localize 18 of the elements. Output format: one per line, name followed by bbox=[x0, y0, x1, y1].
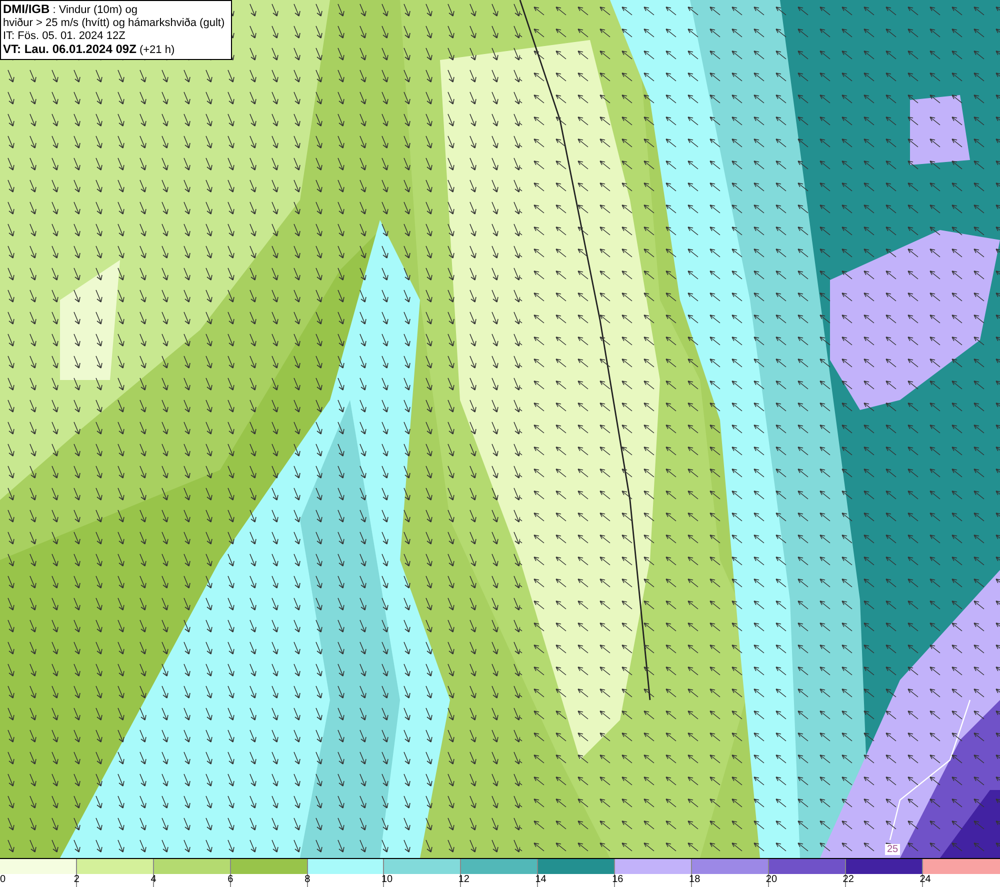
legend-label: 14 bbox=[535, 874, 546, 886]
legend-label: 22 bbox=[842, 874, 854, 886]
title-line: IT: Fös. 05. 01. 2024 12Z bbox=[3, 30, 126, 43]
title-line: DMI/IGB : Vindur (10m) og bbox=[3, 3, 139, 17]
legend-label: 18 bbox=[689, 874, 700, 886]
title-line: hviður > 25 m/s (hvítt) og hámarkshviða (gult) bbox=[3, 17, 225, 30]
legend-label: 16 bbox=[612, 874, 624, 886]
legend-label: 0 bbox=[0, 874, 6, 886]
contour-label: 25 bbox=[885, 844, 900, 855]
legend-label: 10 bbox=[381, 874, 393, 886]
legend-label: 2 bbox=[74, 874, 80, 886]
legend-label: 24 bbox=[920, 874, 931, 886]
legend-label: 8 bbox=[304, 874, 310, 886]
legend-label: 6 bbox=[228, 874, 234, 886]
legend-label: 20 bbox=[766, 874, 778, 886]
legend-label: 4 bbox=[150, 874, 156, 886]
title-line: VT: Lau. 06.01.2024 09Z (+21 h) bbox=[3, 43, 176, 57]
legend-label: 12 bbox=[458, 874, 470, 886]
